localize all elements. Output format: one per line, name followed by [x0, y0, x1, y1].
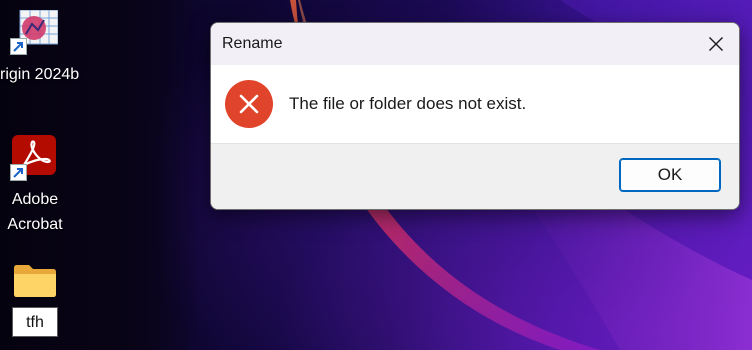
dialog-titlebar[interactable]: Rename — [211, 23, 739, 65]
error-message: The file or folder does not exist. — [289, 94, 527, 113]
shortcut-arrow-icon — [10, 164, 27, 181]
desktop-icon-rename-field[interactable]: tfh — [12, 307, 58, 337]
desktop-icon-origin[interactable]: rigin 2024b — [0, 0, 100, 90]
close-icon — [709, 37, 723, 51]
desktop-icon-adobe-acrobat[interactable]: Adobe Acrobat — [0, 130, 70, 240]
dialog-footer: OK — [211, 143, 739, 209]
desktop-icon-tfh-folder[interactable]: tfh — [0, 262, 70, 350]
shortcut-arrow-icon — [10, 38, 27, 55]
error-icon — [225, 80, 273, 128]
rename-error-dialog: Rename The file or folder does not exist… — [210, 22, 740, 210]
ok-button[interactable]: OK — [619, 158, 721, 192]
dialog-content: The file or folder does not exist. — [211, 65, 739, 143]
close-button[interactable] — [693, 23, 739, 65]
dialog-title: Rename — [222, 35, 283, 52]
desktop-icon-label: Adobe Acrobat — [7, 191, 63, 233]
folder-icon — [13, 262, 57, 298]
desktop-icon-label: rigin 2024b — [0, 66, 80, 83]
